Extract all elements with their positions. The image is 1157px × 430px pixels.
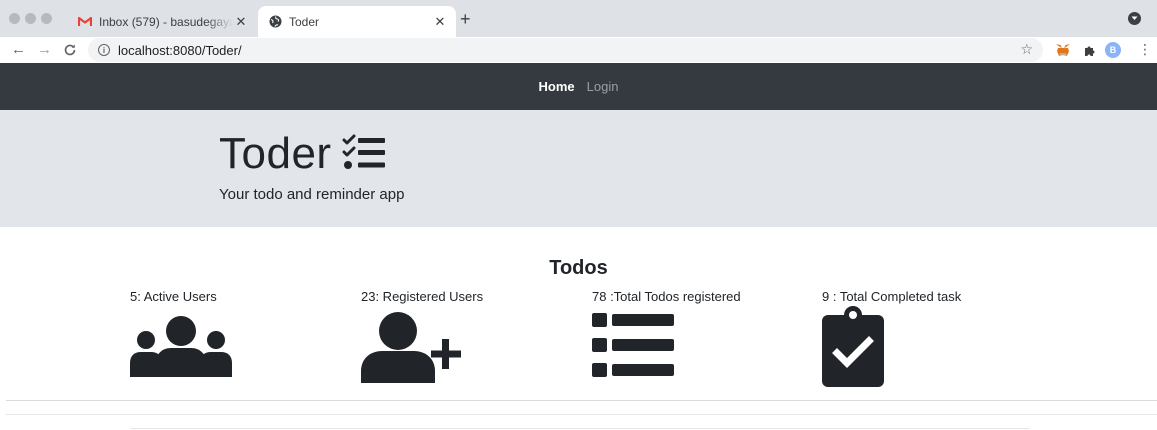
tab-title: Inbox (579) - basudegayatri@gmail.com	[99, 14, 233, 29]
new-tab-button[interactable]: +	[460, 10, 471, 28]
info-icon[interactable]: i	[98, 44, 110, 56]
app-title: Toder	[219, 129, 332, 178]
tab-title: Toder	[289, 14, 320, 29]
list-icon	[592, 313, 674, 377]
more-menu-icon[interactable]: ⋮	[1138, 41, 1152, 57]
stat-label: 23: Registered Users	[361, 289, 484, 304]
globe-icon	[268, 15, 282, 29]
window-zoom-dot[interactable]	[41, 13, 52, 24]
back-arrow-icon[interactable]: ←	[11, 40, 26, 60]
stat-registered-users: 23: Registered Users	[361, 289, 561, 383]
todos-heading: Todos	[549, 257, 608, 279]
stat-label: 78 :Total Todos registered	[592, 289, 741, 304]
app-tagline: Your todo and reminder app	[219, 186, 405, 203]
brand: Toder	[219, 129, 386, 179]
nav-home-link[interactable]: Home	[539, 79, 575, 94]
window-minimize-dot[interactable]	[25, 13, 36, 24]
users-icon	[130, 316, 232, 377]
tab-inbox[interactable]: Inbox (579) - basudegayatri@gmail.com ✕	[72, 6, 257, 37]
close-icon[interactable]: ✕	[432, 14, 448, 30]
tasks-icon	[342, 134, 385, 169]
stat-total-todos: 78 :Total Todos registered	[592, 289, 792, 377]
divider	[6, 400, 1157, 401]
divider	[130, 428, 1030, 429]
tab-toder[interactable]: Toder ✕	[258, 6, 456, 37]
bookmark-star-icon[interactable]: ☆	[1020, 41, 1033, 58]
nav-login-link[interactable]: Login	[587, 79, 619, 94]
extensions-puzzle-icon[interactable]	[1081, 42, 1097, 58]
stat-label: 5: Active Users	[130, 289, 217, 304]
site-navbar: Home Login	[0, 63, 1157, 110]
window-close-dot[interactable]	[9, 13, 20, 24]
stat-label: 9 : Total Completed task	[822, 289, 962, 304]
address-url: localhost:8080/Toder/	[118, 42, 242, 58]
profile-avatar[interactable]: B	[1105, 42, 1121, 58]
metamask-icon[interactable]	[1055, 42, 1071, 58]
user-plus-icon	[361, 312, 461, 383]
hero-jumbotron: Toder Your todo and reminder app	[0, 110, 1157, 227]
stat-completed-tasks: 9 : Total Completed task	[822, 289, 1022, 387]
gmail-icon	[78, 15, 92, 29]
reload-icon[interactable]	[63, 40, 77, 63]
forward-arrow-icon[interactable]: →	[37, 40, 52, 60]
address-bar[interactable]: i localhost:8080/Toder/ ☆	[88, 38, 1043, 62]
stat-active-users: 5: Active Users	[130, 289, 330, 377]
divider	[6, 414, 1157, 415]
clipboard-check-icon	[822, 306, 884, 387]
profile-menu-icon[interactable]	[1128, 12, 1141, 25]
browser-tabstrip: Inbox (579) - basudegayatri@gmail.com ✕ …	[0, 0, 1157, 37]
close-icon[interactable]: ✕	[233, 14, 249, 30]
browser-toolbar: ← → i localhost:8080/Toder/ ☆	[0, 37, 1157, 63]
